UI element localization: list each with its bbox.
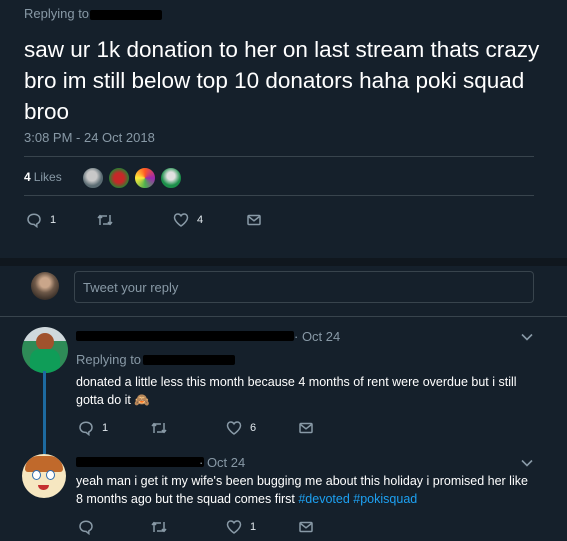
heart-icon: [226, 520, 242, 534]
reply-date[interactable]: · Oct 24: [294, 329, 340, 344]
reply-button[interactable]: 1: [78, 420, 108, 436]
reply-input[interactable]: Tweet your reply: [74, 271, 534, 303]
reply-author-avatar[interactable]: [22, 327, 68, 373]
reply-text: yeah man i get it my wife's been bugging…: [76, 474, 528, 506]
liker-avatar[interactable]: [134, 167, 156, 189]
hashtag-link[interactable]: #pokisquad: [353, 492, 417, 506]
reply-icon: [79, 520, 93, 535]
reply-count: 1: [102, 422, 109, 434]
heart-icon: [173, 213, 189, 227]
user-avatar[interactable]: [31, 272, 59, 300]
envelope-icon: [247, 214, 261, 226]
direct-message-button[interactable]: [246, 212, 262, 228]
direct-message-button[interactable]: [298, 420, 314, 436]
reply-date[interactable]: · Oct 24: [199, 455, 245, 470]
reply-author-avatar[interactable]: [22, 454, 66, 498]
reply-icon: [27, 213, 41, 228]
direct-message-button[interactable]: [298, 519, 314, 535]
hashtag-link[interactable]: #devoted: [298, 492, 349, 506]
envelope-icon: [299, 422, 313, 434]
heart-icon: [226, 421, 242, 435]
chevron-down-icon[interactable]: [521, 459, 533, 467]
divider: [24, 195, 534, 196]
see-no-evil-emoji: 🙈: [134, 393, 150, 407]
like-button[interactable]: 1: [226, 519, 256, 535]
like-count: 1: [250, 521, 257, 533]
liker-avatar[interactable]: [160, 167, 182, 189]
reply-button[interactable]: 1: [26, 212, 56, 228]
replying-to-label: Replying to: [24, 6, 90, 21]
tweet-text: saw ur 1k donation to her on last stream…: [24, 37, 540, 124]
envelope-icon: [299, 521, 313, 533]
thread-connector: [43, 371, 46, 454]
retweet-icon: [151, 422, 167, 434]
divider: [24, 156, 534, 157]
like-button[interactable]: 6: [226, 420, 256, 436]
likes-count[interactable]: 4 Likes: [24, 170, 62, 184]
retweet-icon: [151, 521, 167, 533]
redacted-username: [90, 10, 162, 20]
tweet-timestamp[interactable]: 3:08 PM - 24 Oct 2018: [24, 130, 155, 145]
liker-avatar[interactable]: [108, 167, 130, 189]
redacted-username: [76, 331, 294, 341]
reply-text: donated a little less this month because…: [76, 375, 517, 407]
divider: [0, 316, 567, 317]
like-button[interactable]: 4: [173, 212, 203, 228]
like-count: 4: [197, 214, 204, 226]
liker-avatar[interactable]: [82, 167, 104, 189]
like-count: 6: [250, 422, 257, 434]
reply-button[interactable]: [78, 519, 94, 535]
retweet-icon: [97, 214, 113, 226]
retweet-button[interactable]: [150, 420, 168, 436]
reply-icon: [79, 421, 93, 436]
section-separator: [0, 258, 567, 266]
replying-to-label: Replying to: [76, 352, 142, 367]
retweet-button[interactable]: [96, 212, 114, 228]
redacted-username: [143, 355, 235, 365]
retweet-button[interactable]: [150, 519, 168, 535]
reply-count: 1: [50, 214, 57, 226]
redacted-username: [76, 457, 204, 467]
chevron-down-icon[interactable]: [521, 333, 533, 341]
